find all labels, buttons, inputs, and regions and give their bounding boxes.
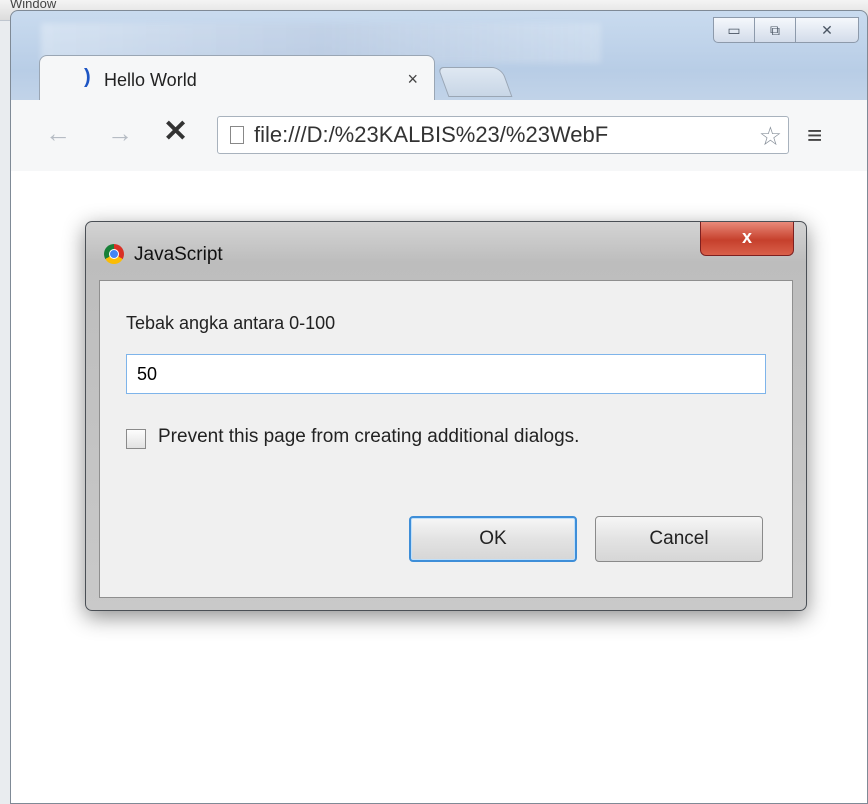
bookmark-star-icon[interactable]: ☆ [759,121,782,152]
stop-icon[interactable]: ✕ [163,114,188,149]
prompt-message: Tebak angka antara 0-100 [126,313,336,333]
browser-window: ▭ ⧉ ✕ ) Hello World × ← → ✕ file:///D:/%… [10,10,868,804]
maximize-icon: ⧉ [770,21,780,38]
window-controls: ▭ ⧉ ✕ [713,17,859,43]
browser-toolbar: ← → ✕ file:///D:/%23KALBIS%23/%23WebF ☆ … [11,100,867,172]
url-text[interactable]: file:///D:/%23KALBIS%23/%23WebF [254,122,756,148]
dialog-body: Tebak angka antara 0-100 Prevent this pa… [99,280,793,598]
minimize-icon: ▭ [727,21,741,38]
chrome-icon [104,244,124,264]
cancel-button[interactable]: Cancel [595,516,763,562]
javascript-prompt-dialog: JavaScript x Tebak angka antara 0-100 Pr… [85,221,807,611]
dialog-close-button[interactable]: x [700,222,794,256]
ok-button[interactable]: OK [409,516,577,562]
tab-hello-world[interactable]: ) Hello World × [39,55,435,101]
maximize-button[interactable]: ⧉ [754,17,796,43]
forward-icon[interactable]: → [107,118,133,149]
minimize-button[interactable]: ▭ [713,17,755,43]
tab-close-icon[interactable]: × [407,69,418,90]
tab-title: Hello World [104,70,197,90]
prevent-dialogs-checkbox[interactable] [126,429,146,449]
address-bar[interactable]: file:///D:/%23KALBIS%23/%23WebF ☆ [217,116,789,154]
prompt-input[interactable] [126,354,766,394]
back-icon[interactable]: ← [45,118,71,149]
new-tab-button[interactable] [437,67,513,97]
prevent-dialogs-label[interactable]: Prevent this page from creating addition… [158,426,579,448]
loading-spinner-icon: ) [84,66,91,88]
close-icon: x [741,227,752,247]
window-close-button[interactable]: ✕ [795,17,859,43]
menu-icon[interactable]: ≡ [807,120,822,151]
page-icon [230,126,244,144]
close-icon: ✕ [821,21,833,38]
dialog-title: JavaScript [134,244,223,265]
